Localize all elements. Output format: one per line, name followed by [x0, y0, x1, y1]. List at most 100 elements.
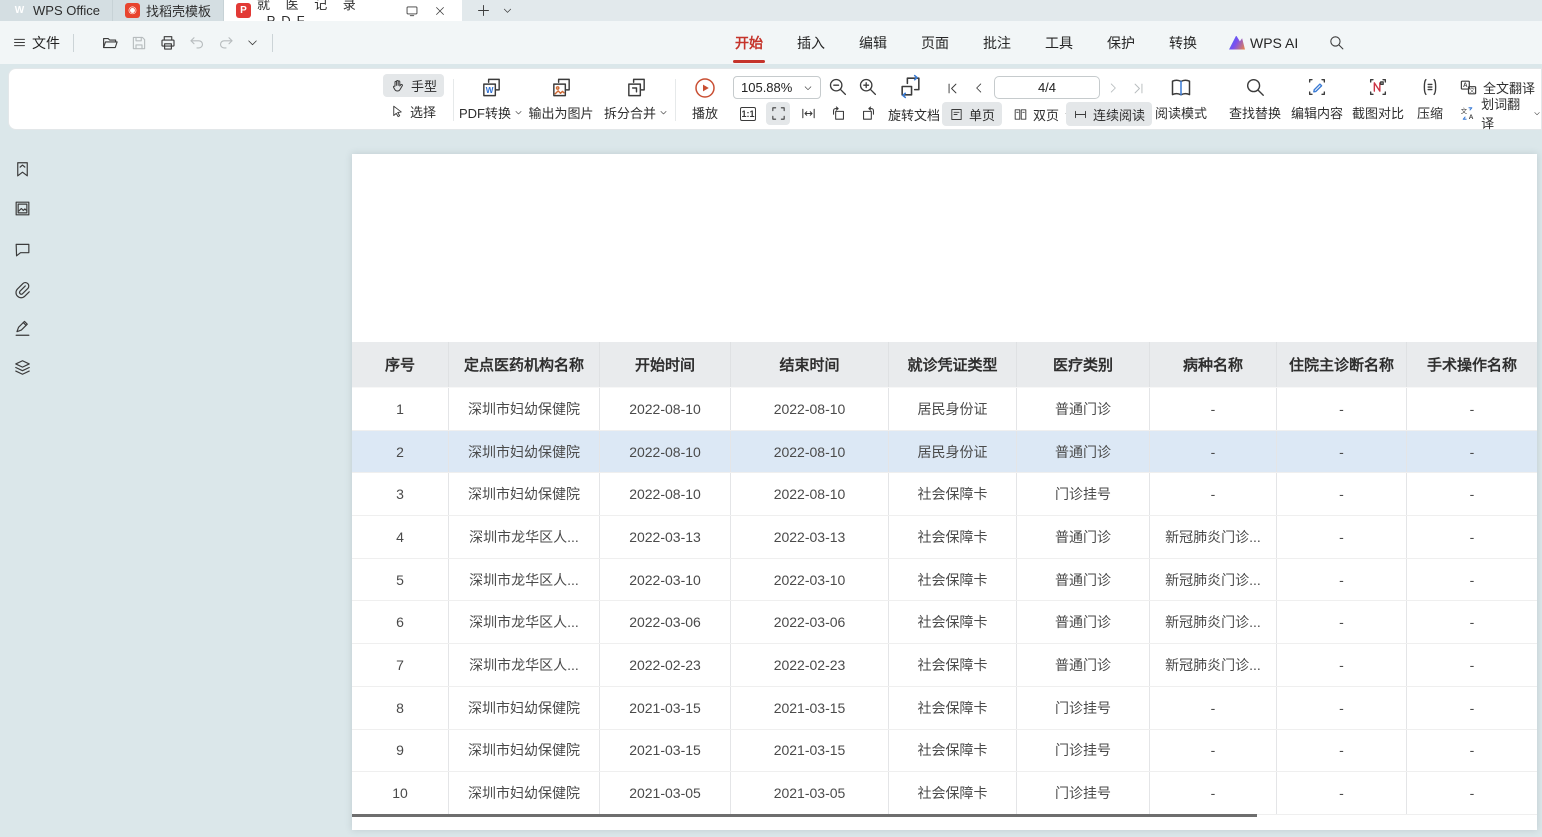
thumbnail-panel-icon[interactable]: [13, 199, 32, 218]
table-cell: 门诊挂号: [1017, 730, 1150, 772]
table-cell: 10: [352, 772, 449, 814]
pdf-convert-icon: W: [480, 76, 503, 99]
table-cell: -: [1277, 687, 1407, 729]
table-cell: 2021-03-15: [600, 730, 731, 772]
table-cell: 2022-03-06: [600, 601, 731, 643]
column-header: 住院主诊断名称: [1277, 342, 1407, 387]
table-row: 9深圳市妇幼保健院2021-03-152021-03-15社会保障卡门诊挂号--…: [352, 730, 1537, 773]
table-cell: 深圳市妇幼保健院: [449, 687, 600, 729]
close-tab-icon[interactable]: [430, 1, 450, 21]
signature-panel-icon[interactable]: [13, 319, 32, 338]
table-cell: -: [1407, 644, 1537, 686]
table-cell: 社会保障卡: [889, 644, 1017, 686]
table-cell: -: [1277, 644, 1407, 686]
prev-page-button[interactable]: [969, 78, 989, 98]
table-cell: 2021-03-15: [731, 730, 889, 772]
save-icon[interactable]: [130, 34, 148, 52]
menubar-search-icon[interactable]: [1328, 34, 1345, 51]
select-tool-button[interactable]: 选择: [383, 100, 444, 123]
table-row: 6深圳市龙华区人...2022-03-062022-03-06社会保障卡普通门诊…: [352, 601, 1537, 644]
edit-content-button[interactable]: 编辑内容: [1287, 73, 1347, 127]
find-replace-button[interactable]: 查找替换: [1225, 73, 1285, 127]
menu-tab-comment[interactable]: 批注: [981, 29, 1013, 57]
hand-tool-button[interactable]: 手型: [383, 74, 444, 97]
table-cell: -: [1407, 687, 1537, 729]
table-cell: 9: [352, 730, 449, 772]
table-cell: 深圳市妇幼保健院: [449, 431, 600, 473]
open-file-icon[interactable]: [101, 34, 119, 52]
zoom-in-button[interactable]: [857, 76, 878, 97]
menu-tab-protect[interactable]: 保护: [1105, 29, 1137, 57]
table-cell: -: [1150, 473, 1277, 515]
table-cell: 2022-08-10: [600, 473, 731, 515]
fit-width-button[interactable]: [796, 102, 820, 125]
read-mode-button[interactable]: 阅读模式: [1150, 73, 1212, 127]
table-cell: 2022-03-06: [731, 601, 889, 643]
word-translate-icon: 文 A: [1459, 104, 1476, 123]
table-cell: 2022-02-23: [731, 644, 889, 686]
wps-logo-icon: W: [12, 3, 27, 18]
new-tab-button[interactable]: [474, 1, 494, 21]
first-page-button[interactable]: [942, 78, 962, 98]
next-page-button[interactable]: [1103, 78, 1123, 98]
pdf-convert-button[interactable]: W PDF转换: [452, 73, 530, 127]
menu-tab-convert[interactable]: 转换: [1167, 29, 1199, 57]
table-cell: 1: [352, 388, 449, 430]
rotate-doc-icon-button[interactable]: [898, 74, 923, 99]
table-cell: 居民身份证: [889, 388, 1017, 430]
table-cell: 2022-08-10: [731, 473, 889, 515]
rotate-right-button[interactable]: [856, 102, 880, 125]
table-row: 3深圳市妇幼保健院2022-08-102022-08-10社会保障卡门诊挂号--…: [352, 473, 1537, 516]
tab-label: 找稻壳模板: [146, 1, 211, 20]
file-menu[interactable]: 文件: [12, 33, 60, 53]
rotate-doc-label[interactable]: 旋转文档: [888, 102, 940, 126]
fit-page-button[interactable]: [766, 102, 790, 125]
table-bottom-scrollbar[interactable]: [352, 814, 1257, 817]
attachment-panel-icon[interactable]: [13, 280, 32, 299]
zoom-level-select[interactable]: 105.88%: [733, 76, 821, 99]
menu-tab-insert[interactable]: 插入: [795, 29, 827, 57]
zoom-out-icon: [827, 76, 848, 97]
table-cell: 社会保障卡: [889, 559, 1017, 601]
page-indicator-input[interactable]: 4/4: [994, 76, 1100, 99]
word-translate-button[interactable]: 文 A 划词翻译: [1459, 101, 1541, 125]
tab-wps-home[interactable]: W WPS Office: [0, 0, 113, 21]
layers-panel-icon[interactable]: [13, 358, 32, 377]
redo-icon[interactable]: [217, 34, 235, 52]
table-cell: 2022-03-10: [731, 559, 889, 601]
continuous-read-button[interactable]: 连续阅读: [1066, 102, 1152, 126]
screen-share-icon[interactable]: [402, 1, 422, 21]
compress-button[interactable]: 压缩: [1410, 73, 1450, 127]
table-cell: 2022-08-10: [731, 431, 889, 473]
wps-ai-button[interactable]: WPS AI: [1229, 35, 1298, 51]
continuous-read-icon: [1073, 107, 1088, 122]
quickbar-chevron-icon[interactable]: [246, 36, 259, 49]
table-cell: -: [1277, 473, 1407, 515]
table-cell: -: [1407, 772, 1537, 814]
single-page-button[interactable]: 单页: [942, 102, 1002, 126]
menu-tab-tools[interactable]: 工具: [1043, 29, 1075, 57]
last-page-button[interactable]: [1128, 78, 1148, 98]
double-page-icon: [1013, 107, 1028, 122]
play-button[interactable]: 播放: [685, 73, 725, 127]
bookmark-panel-icon[interactable]: [13, 160, 32, 179]
menu-tab-page[interactable]: 页面: [919, 29, 951, 57]
table-row: 1深圳市妇幼保健院2022-08-102022-08-10居民身份证普通门诊--…: [352, 388, 1537, 431]
comment-panel-icon[interactable]: [13, 240, 32, 259]
tab-document-pdf[interactable]: P 就 医 记 录 .PDF: [224, 0, 462, 21]
actual-size-button[interactable]: 1:1: [736, 102, 760, 125]
split-merge-button[interactable]: 拆分合并: [597, 73, 675, 127]
export-image-button[interactable]: 输出为图片: [522, 73, 600, 127]
rotate-left-button[interactable]: [826, 102, 850, 125]
screenshot-compare-button[interactable]: 截图对比: [1348, 73, 1408, 127]
undo-icon[interactable]: [188, 34, 206, 52]
tab-list-chevron-icon[interactable]: [498, 1, 518, 21]
table-cell: 社会保障卡: [889, 687, 1017, 729]
table-cell: 门诊挂号: [1017, 687, 1150, 729]
table-cell: 2022-08-10: [600, 388, 731, 430]
zoom-out-button[interactable]: [827, 76, 848, 97]
menu-tab-home[interactable]: 开始: [733, 29, 765, 57]
menu-tab-edit[interactable]: 编辑: [857, 29, 889, 57]
tab-docer-templates[interactable]: ◉ 找稻壳模板: [113, 0, 224, 21]
print-icon[interactable]: [159, 34, 177, 52]
